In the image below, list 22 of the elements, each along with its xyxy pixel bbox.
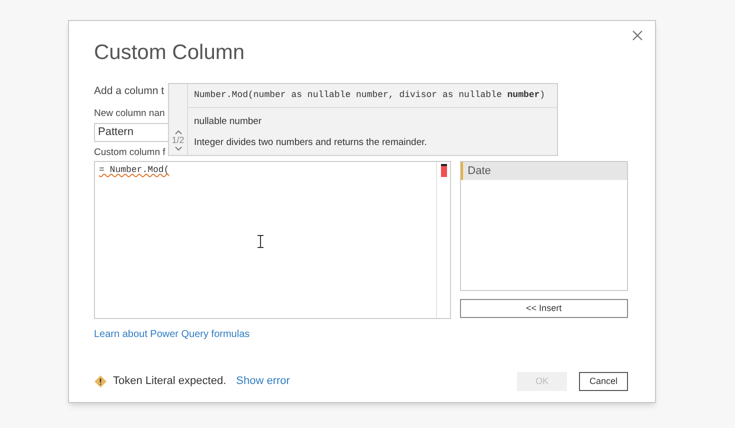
field-label: Custom column f bbox=[94, 146, 166, 159]
field-label: New column nan bbox=[94, 107, 165, 120]
insert-button[interactable]: << Insert bbox=[460, 299, 628, 318]
formula-editor[interactable]: = Number.Mod( bbox=[94, 161, 451, 319]
warning-icon bbox=[94, 375, 107, 388]
overload-counter: 1/2 bbox=[172, 135, 184, 146]
help-link[interactable]: Learn about Power Query formulas bbox=[94, 329, 250, 340]
close-icon bbox=[632, 30, 642, 40]
dialog-button[interactable]: Cancel bbox=[579, 372, 628, 391]
column-list-item[interactable]: Date bbox=[460, 162, 627, 180]
text-cursor-icon bbox=[257, 235, 264, 248]
function-summary: Integer divides two numbers and returns the remainder. bbox=[193, 136, 428, 149]
error-message: Token Literal expected. bbox=[113, 374, 226, 390]
up-caret-icon[interactable] bbox=[174, 130, 182, 135]
return-type: nullable number bbox=[193, 115, 263, 128]
show-error-link[interactable]: Show error bbox=[236, 373, 290, 390]
scrollbar[interactable] bbox=[436, 162, 450, 318]
down-caret-icon[interactable] bbox=[174, 146, 182, 151]
dialog-description: Add a column t bbox=[94, 84, 164, 98]
formula-text: = Number.Mod( bbox=[98, 164, 170, 176]
function-signature: Number.Mod(number as nullable number, divisor as nullable number) bbox=[194, 88, 546, 102]
dialog-title: Custom Column bbox=[94, 40, 246, 66]
